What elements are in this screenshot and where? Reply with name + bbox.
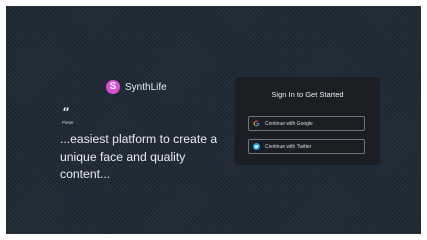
twitter-icon: [253, 143, 260, 150]
brand-logo: S SynthLife: [106, 80, 167, 94]
quote-mark-icon: ": [62, 104, 69, 120]
continue-with-twitter-button[interactable]: Continue with Twitter: [248, 139, 365, 154]
brand-name: SynthLife: [125, 81, 167, 93]
google-button-label: Continue with Google: [265, 120, 313, 127]
twitter-button-label: Continue with Twitter: [265, 143, 312, 150]
google-icon: [253, 120, 260, 127]
app-screen: S SynthLife " Pieter ...easiest platform…: [6, 6, 421, 234]
brand-icon: S: [106, 80, 120, 94]
signin-title: Sign In to Get Started: [271, 90, 344, 99]
testimonial-author: Pieter: [62, 120, 74, 125]
testimonial-quote: ...easiest platform to create a unique f…: [60, 132, 218, 181]
signin-card: Sign In to Get Started Continue with Goo…: [235, 77, 380, 165]
continue-with-google-button[interactable]: Continue with Google: [248, 116, 365, 131]
